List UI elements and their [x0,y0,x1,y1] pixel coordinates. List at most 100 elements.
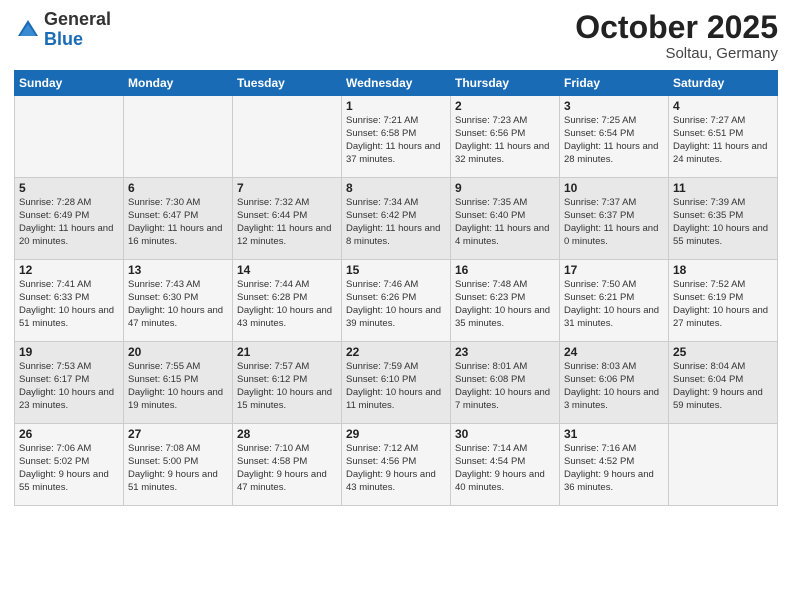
day-info: Sunrise: 7:34 AM Sunset: 6:42 PM Dayligh… [346,197,446,248]
day-number: 31 [564,427,664,441]
day-header: Wednesday [342,71,451,96]
calendar-cell: 21 Sunrise: 7:57 AM Sunset: 6:12 PM Dayli… [233,342,342,424]
calendar-cell: 4 Sunrise: 7:27 AM Sunset: 6:51 PM Daylig… [669,96,778,178]
day-number: 4 [673,99,773,113]
calendar-cell: 9 Sunrise: 7:35 AM Sunset: 6:40 PM Daylig… [451,178,560,260]
day-header: Friday [560,71,669,96]
calendar-cell: 19 Sunrise: 7:53 AM Sunset: 6:17 PM Dayli… [15,342,124,424]
day-info: Sunrise: 7:12 AM Sunset: 4:56 PM Dayligh… [346,443,446,494]
calendar-cell: 20 Sunrise: 7:55 AM Sunset: 6:15 PM Dayli… [124,342,233,424]
day-number: 7 [237,181,337,195]
day-info: Sunrise: 7:50 AM Sunset: 6:21 PM Dayligh… [564,279,664,330]
calendar-cell: 7 Sunrise: 7:32 AM Sunset: 6:44 PM Daylig… [233,178,342,260]
calendar-week: 1 Sunrise: 7:21 AM Sunset: 6:58 PM Daylig… [15,96,778,178]
header-row: SundayMondayTuesdayWednesdayThursdayFrid… [15,71,778,96]
day-number: 9 [455,181,555,195]
calendar-cell: 1 Sunrise: 7:21 AM Sunset: 6:58 PM Daylig… [342,96,451,178]
location: Soltau, Germany [575,45,778,62]
day-number: 11 [673,181,773,195]
day-number: 27 [128,427,228,441]
logo-text: General Blue [44,10,111,50]
day-info: Sunrise: 7:25 AM Sunset: 6:54 PM Dayligh… [564,115,664,166]
calendar-cell: 13Sunrise: 7:43 AM Sunset: 6:30 PM Dayli… [124,260,233,342]
logo-general: General [44,10,111,30]
day-number: 15 [346,263,446,277]
calendar-cell [124,96,233,178]
calendar-cell: 5Sunrise: 7:28 AM Sunset: 6:49 PM Daylig… [15,178,124,260]
day-number: 6 [128,181,228,195]
day-number: 16 [455,263,555,277]
day-number: 21 [237,345,337,359]
day-number: 2 [455,99,555,113]
day-number: 17 [564,263,664,277]
day-number: 3 [564,99,664,113]
calendar-cell: 14Sunrise: 7:44 AM Sunset: 6:28 PM Dayli… [233,260,342,342]
day-number: 28 [237,427,337,441]
header: General Blue October 2025 Soltau, German… [14,10,778,62]
calendar-cell: 26Sunrise: 7:06 AM Sunset: 5:02 PM Dayli… [15,424,124,506]
day-info: Sunrise: 7:46 AM Sunset: 6:26 PM Dayligh… [346,279,446,330]
calendar-cell: 27 Sunrise: 7:08 AM Sunset: 5:00 PM Dayli… [124,424,233,506]
day-info: Sunrise: 7:10 AM Sunset: 4:58 PM Dayligh… [237,443,337,494]
day-number: 23 [455,345,555,359]
calendar-cell [233,96,342,178]
calendar-cell: 15 Sunrise: 7:46 AM Sunset: 6:26 PM Dayli… [342,260,451,342]
calendar-cell: 29Sunrise: 7:12 AM Sunset: 4:56 PM Dayli… [342,424,451,506]
day-info: Sunrise: 8:03 AM Sunset: 6:06 PM Dayligh… [564,361,664,412]
calendar-cell [15,96,124,178]
day-info: Sunrise: 7:21 AM Sunset: 6:58 PM Dayligh… [346,115,446,166]
calendar-cell: 11 Sunrise: 7:39 AM Sunset: 6:35 PM Dayli… [669,178,778,260]
day-info: Sunrise: 7:06 AM Sunset: 5:02 PM Dayligh… [19,443,119,494]
day-number: 19 [19,345,119,359]
day-info: Sunrise: 7:39 AM Sunset: 6:35 PM Dayligh… [673,197,773,248]
day-number: 1 [346,99,446,113]
logo: General Blue [14,10,111,50]
day-info: Sunrise: 7:27 AM Sunset: 6:51 PM Dayligh… [673,115,773,166]
calendar-cell: 28 Sunrise: 7:10 AM Sunset: 4:58 PM Dayli… [233,424,342,506]
calendar-cell: 31 Sunrise: 7:16 AM Sunset: 4:52 PM Dayli… [560,424,669,506]
day-number: 8 [346,181,446,195]
day-header: Tuesday [233,71,342,96]
calendar-cell: 22Sunrise: 7:59 AM Sunset: 6:10 PM Dayli… [342,342,451,424]
day-info: Sunrise: 7:37 AM Sunset: 6:37 PM Dayligh… [564,197,664,248]
day-info: Sunrise: 7:48 AM Sunset: 6:23 PM Dayligh… [455,279,555,330]
day-number: 12 [19,263,119,277]
day-info: Sunrise: 8:04 AM Sunset: 6:04 PM Dayligh… [673,361,773,412]
day-info: Sunrise: 7:41 AM Sunset: 6:33 PM Dayligh… [19,279,119,330]
day-info: Sunrise: 7:55 AM Sunset: 6:15 PM Dayligh… [128,361,228,412]
calendar-cell: 3 Sunrise: 7:25 AM Sunset: 6:54 PM Daylig… [560,96,669,178]
calendar-cell: 10 Sunrise: 7:37 AM Sunset: 6:37 PM Dayli… [560,178,669,260]
calendar-cell: 24Sunrise: 8:03 AM Sunset: 6:06 PM Dayli… [560,342,669,424]
day-info: Sunrise: 7:52 AM Sunset: 6:19 PM Dayligh… [673,279,773,330]
calendar-cell: 23 Sunrise: 8:01 AM Sunset: 6:08 PM Dayli… [451,342,560,424]
day-header: Thursday [451,71,560,96]
page: General Blue October 2025 Soltau, German… [0,0,792,612]
calendar-cell: 8 Sunrise: 7:34 AM Sunset: 6:42 PM Daylig… [342,178,451,260]
day-info: Sunrise: 7:53 AM Sunset: 6:17 PM Dayligh… [19,361,119,412]
day-info: Sunrise: 7:23 AM Sunset: 6:56 PM Dayligh… [455,115,555,166]
day-info: Sunrise: 7:57 AM Sunset: 6:12 PM Dayligh… [237,361,337,412]
calendar-cell: 2 Sunrise: 7:23 AM Sunset: 6:56 PM Daylig… [451,96,560,178]
day-info: Sunrise: 7:28 AM Sunset: 6:49 PM Dayligh… [19,197,119,248]
calendar-cell: 12 Sunrise: 7:41 AM Sunset: 6:33 PM Dayli… [15,260,124,342]
day-number: 10 [564,181,664,195]
day-info: Sunrise: 7:16 AM Sunset: 4:52 PM Dayligh… [564,443,664,494]
day-number: 25 [673,345,773,359]
day-info: Sunrise: 7:35 AM Sunset: 6:40 PM Dayligh… [455,197,555,248]
title-area: October 2025 Soltau, Germany [575,10,778,62]
day-number: 20 [128,345,228,359]
day-number: 13 [128,263,228,277]
calendar-cell: 30Sunrise: 7:14 AM Sunset: 4:54 PM Dayli… [451,424,560,506]
day-header: Sunday [15,71,124,96]
day-number: 22 [346,345,446,359]
day-number: 14 [237,263,337,277]
calendar-cell: 25 Sunrise: 8:04 AM Sunset: 6:04 PM Dayli… [669,342,778,424]
month-title: October 2025 [575,10,778,45]
day-info: Sunrise: 7:32 AM Sunset: 6:44 PM Dayligh… [237,197,337,248]
calendar-cell [669,424,778,506]
day-info: Sunrise: 7:08 AM Sunset: 5:00 PM Dayligh… [128,443,228,494]
calendar-week: 12 Sunrise: 7:41 AM Sunset: 6:33 PM Dayli… [15,260,778,342]
day-info: Sunrise: 8:01 AM Sunset: 6:08 PM Dayligh… [455,361,555,412]
day-number: 18 [673,263,773,277]
calendar-cell: 16 Sunrise: 7:48 AM Sunset: 6:23 PM Dayli… [451,260,560,342]
